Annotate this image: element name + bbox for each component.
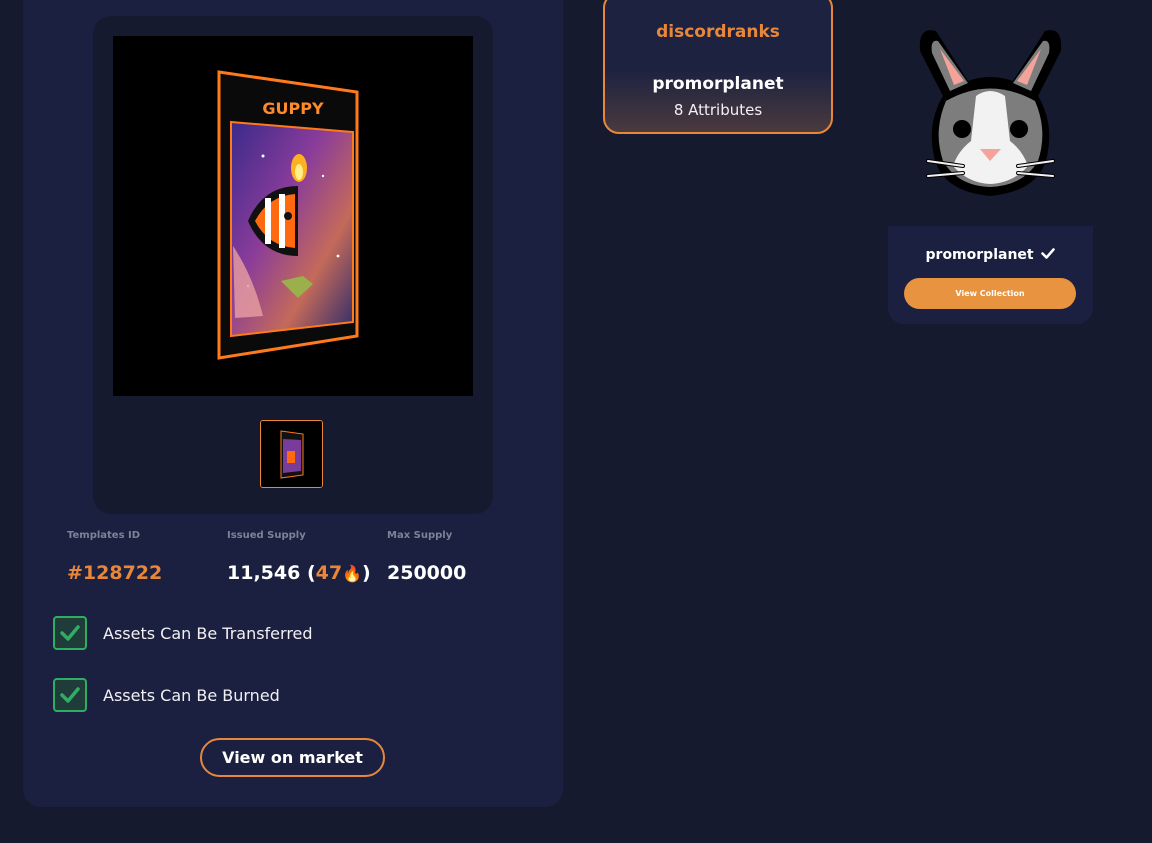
attributes-title: discordranks [656,22,780,42]
burnable-check [53,678,87,712]
attributes-count: 8 Attributes [673,101,763,119]
transferable-text: Assets Can Be Transferred [103,623,313,643]
check-icon [60,625,80,641]
collection-name-row: promorplanet [888,247,1093,263]
collection-name[interactable]: promorplanet [926,247,1034,263]
verified-check-icon [1041,248,1056,259]
check-icon [60,687,80,703]
attributes-card[interactable]: discordranks promorplanet 8 Attributes [603,0,833,134]
asset-image[interactable]: GUPPY [113,36,473,396]
view-collection-button[interactable]: View Collection [904,278,1076,309]
thumbnail-art [261,421,322,487]
burnable-row: Assets Can Be Burned [53,676,280,714]
issued-supply-value: 11,546 (47🔥) [227,562,371,584]
svg-text:GUPPY: GUPPY [262,99,324,118]
guppy-card-art: GUPPY [217,70,359,360]
rabbit-icon [919,30,1062,196]
thumbnail-image[interactable] [260,420,323,488]
transferable-row: Assets Can Be Transferred [53,614,313,652]
issued-count: 11,546 [227,562,301,584]
view-on-market-button[interactable]: View on market [200,738,385,777]
max-supply-value: 250000 [387,562,467,584]
attributes-collection: promorplanet [652,74,784,94]
issued-supply-label: Issued Supply [227,530,306,541]
burnable-text: Assets Can Be Burned [103,685,280,705]
max-supply-label: Max Supply [387,530,453,541]
transferable-check [53,616,87,650]
templates-id-value[interactable]: #128722 [67,562,162,584]
collection-card: promorplanet View Collection [888,1,1093,324]
collection-avatar[interactable] [888,1,1093,226]
burned-count: 47 [315,562,343,584]
templates-id-label: Templates ID [67,530,141,541]
fire-icon: 🔥 [342,564,363,583]
